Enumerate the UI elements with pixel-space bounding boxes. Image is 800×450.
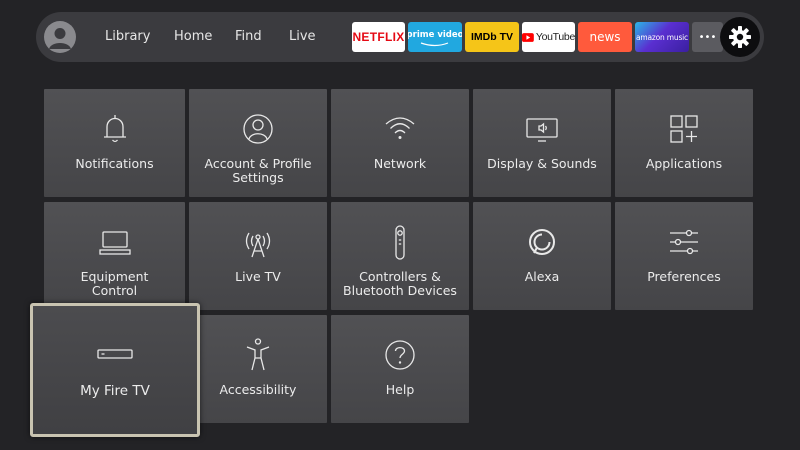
tile-label: Preferences [647,269,721,284]
tile-applications[interactable]: Applications [615,89,753,197]
tile-label: Accessibility [219,382,297,397]
tile-label: Help [385,382,415,397]
more-dots-icon: ••• [698,31,717,43]
tile-label: Equipment Control [80,269,149,298]
tile-label: Alexa [524,269,560,284]
app-prime-video[interactable]: prime video [408,22,462,52]
tv-icon [98,231,131,255]
tile-display-sounds[interactable]: Display & Sounds [473,89,611,197]
accessibility-icon [246,338,270,371]
settings-gear-icon[interactable] [720,17,760,57]
app-youtube-label: YouTube [535,31,575,43]
app-news[interactable]: news [578,22,632,52]
tile-label: My Fire TV [80,383,150,399]
user-icon [243,114,273,144]
tile-label: Notifications [75,156,154,171]
tile-notifications[interactable]: Notifications [44,89,185,197]
tile-equipment-control[interactable]: Equipment Control [44,202,185,310]
help-icon [385,340,415,370]
alexa-icon [529,229,555,255]
top-nav-bar: Library Home Find Live NETFLIX prime vid… [36,12,764,62]
app-netflix[interactable]: NETFLIX [352,22,405,52]
nav-live[interactable]: Live [289,12,316,62]
remote-icon [395,225,405,260]
tile-live-tv[interactable]: Live TV [189,202,327,310]
tile-help[interactable]: Help [331,315,469,423]
tile-label: Account & Profile Settings [204,156,312,185]
app-netflix-label: NETFLIX [352,30,405,44]
app-imdb-tv[interactable]: IMDb TV [465,22,519,52]
profile-avatar-icon[interactable] [44,21,76,53]
app-imdb-tv-label: IMDb TV [471,31,513,43]
tile-preferences[interactable]: Preferences [615,202,753,310]
tile-label: Applications [645,156,723,171]
display-icon [526,118,558,142]
tile-label: Display & Sounds [487,156,597,171]
fire-tv-stick-icon [97,349,133,359]
tile-network[interactable]: Network [331,89,469,197]
app-amazon-music[interactable]: amazon music [635,22,689,52]
app-amazon-music-label: amazon music [636,32,688,42]
app-youtube[interactable]: YouTube [522,22,575,52]
prime-smile-icon [420,42,449,47]
antenna-icon [245,232,271,258]
app-more-button[interactable]: ••• [692,22,723,52]
tile-alexa[interactable]: Alexa [473,202,611,310]
nav-find[interactable]: Find [235,12,262,62]
tile-my-fire-tv[interactable]: My Fire TV [30,303,200,437]
tile-label: Live TV [235,269,281,284]
tile-accessibility[interactable]: Accessibility [189,315,327,423]
nav-home[interactable]: Home [174,12,212,62]
tile-label: Network [373,156,427,171]
wifi-icon [385,117,415,139]
bell-icon [103,115,126,143]
tile-controllers-bluetooth[interactable]: Controllers & Bluetooth Devices [331,202,469,310]
nav-library[interactable]: Library [105,12,150,62]
fire-tv-settings-screen: Library Home Find Live NETFLIX prime vid… [0,0,800,450]
tile-label: Controllers & Bluetooth Devices [343,269,457,298]
app-prime-video-label: prime video [408,30,462,40]
youtube-play-icon [522,32,534,42]
sliders-icon [670,229,698,255]
apps-grid-icon [670,115,698,143]
tile-account-profile-settings[interactable]: Account & Profile Settings [189,89,327,197]
app-news-label: news [589,30,621,44]
